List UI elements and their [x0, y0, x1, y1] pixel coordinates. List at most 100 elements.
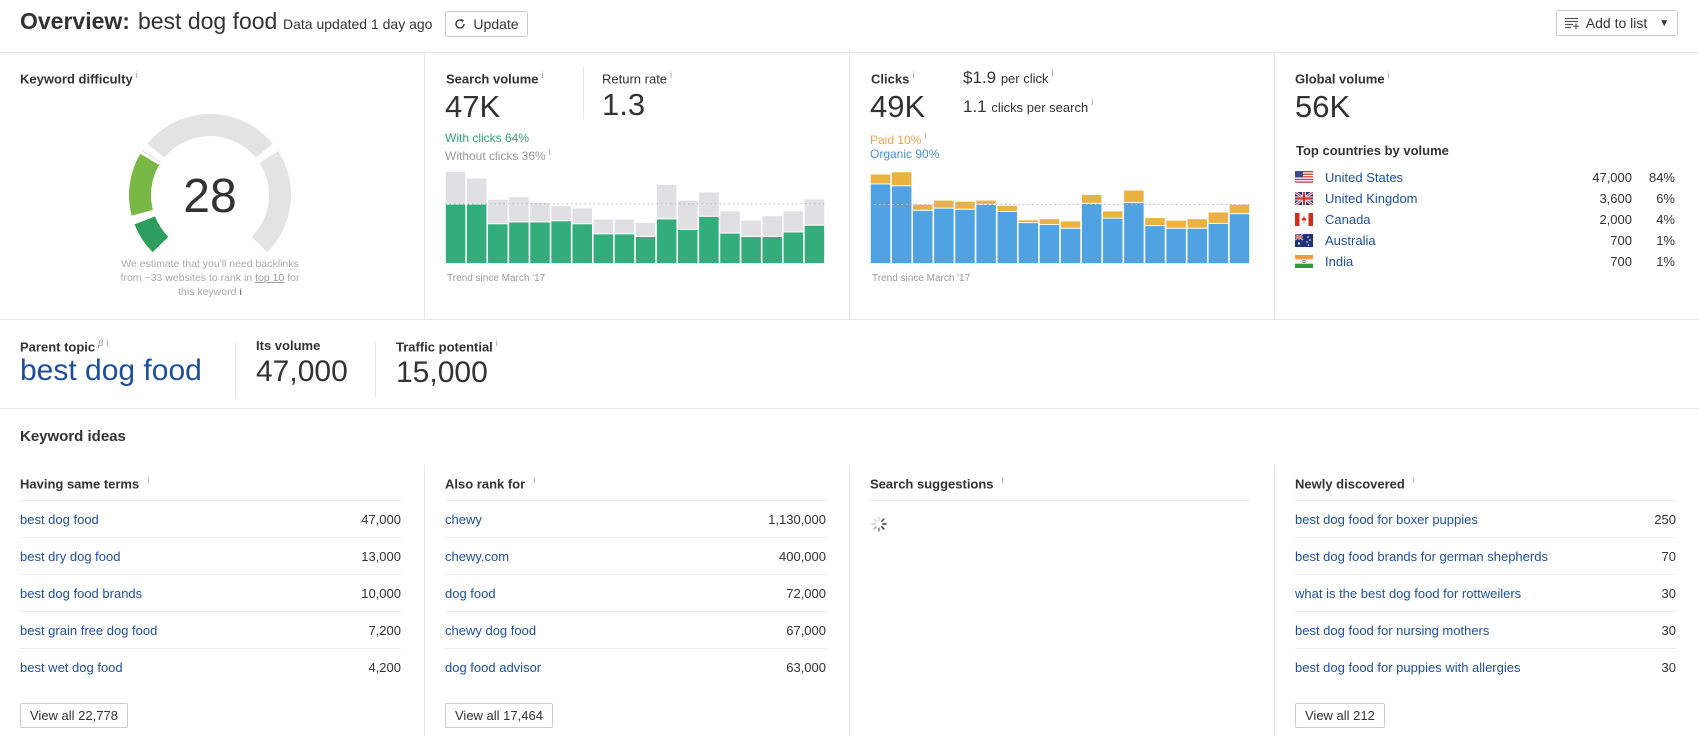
info-icon[interactable]: i — [1052, 68, 1054, 78]
bar-with-clicks[interactable] — [699, 216, 719, 263]
info-icon[interactable]: i — [549, 147, 551, 157]
bar-organic[interactable] — [1166, 228, 1186, 263]
bar-organic[interactable] — [870, 184, 891, 263]
bar-paid[interactable] — [1187, 219, 1207, 228]
info-icon[interactable]: i — [1002, 475, 1004, 485]
bar-with-clicks[interactable] — [466, 204, 487, 263]
info-icon[interactable]: i — [239, 287, 242, 297]
bar-without-clicks[interactable] — [783, 211, 804, 232]
bar-without-clicks[interactable] — [678, 200, 698, 229]
bar-paid[interactable] — [913, 204, 933, 210]
bar-organic[interactable] — [913, 210, 933, 263]
bar-with-clicks[interactable] — [783, 232, 804, 263]
bar-organic[interactable] — [997, 211, 1017, 263]
bar-organic[interactable] — [1018, 223, 1039, 263]
bar-with-clicks[interactable] — [445, 204, 466, 263]
bar-organic[interactable] — [934, 208, 954, 263]
bar-without-clicks[interactable] — [720, 211, 740, 233]
bar-organic[interactable] — [1229, 214, 1250, 263]
bar-paid[interactable] — [891, 172, 912, 186]
bar-with-clicks[interactable] — [509, 222, 529, 263]
bar-paid[interactable] — [870, 174, 891, 184]
bar-paid[interactable] — [1060, 221, 1081, 228]
bar-paid[interactable] — [1166, 220, 1186, 228]
bar-with-clicks[interactable] — [635, 236, 656, 263]
bar-organic[interactable] — [955, 209, 975, 263]
keyword-link[interactable]: chewy — [445, 512, 482, 527]
info-icon[interactable]: i — [912, 70, 914, 80]
keyword-link[interactable]: chewy.com — [445, 549, 509, 564]
bar-with-clicks[interactable] — [678, 229, 698, 263]
bar-with-clicks[interactable] — [593, 234, 614, 263]
bar-organic[interactable] — [1145, 226, 1165, 263]
bar-without-clicks[interactable] — [593, 219, 614, 234]
country-name-link[interactable]: Canada — [1325, 212, 1552, 227]
bar-with-clicks[interactable] — [804, 225, 825, 263]
view-all-button[interactable]: View all 22,778 — [20, 703, 128, 728]
bar-organic[interactable] — [1060, 228, 1081, 263]
keyword-link[interactable]: best dog food for nursing mothers — [1295, 623, 1489, 638]
keyword-link[interactable]: best wet dog food — [20, 660, 123, 675]
bar-without-clicks[interactable] — [466, 178, 487, 204]
bar-paid[interactable] — [955, 201, 975, 209]
country-name-link[interactable]: Australia — [1325, 233, 1552, 248]
add-to-list-button[interactable]: Add to list ▼ — [1556, 10, 1678, 36]
keyword-link[interactable]: best dog food for puppies with allergies — [1295, 660, 1520, 675]
view-all-button[interactable]: View all 212 — [1295, 703, 1385, 728]
bar-with-clicks[interactable] — [530, 222, 550, 263]
bar-organic[interactable] — [1208, 223, 1229, 263]
bar-paid[interactable] — [1229, 204, 1250, 214]
keyword-link[interactable]: best dog food — [20, 512, 99, 527]
bar-with-clicks[interactable] — [656, 219, 677, 263]
bar-with-clicks[interactable] — [551, 221, 571, 263]
bar-with-clicks[interactable] — [488, 224, 508, 263]
bar-paid[interactable] — [976, 200, 996, 204]
keyword-link[interactable]: best dry dog food — [20, 549, 120, 564]
bar-organic[interactable] — [1187, 228, 1207, 263]
keyword-link[interactable]: what is the best dog food for rottweiler… — [1295, 586, 1521, 601]
bar-paid[interactable] — [1124, 190, 1144, 203]
keyword-link[interactable]: best dog food for boxer puppies — [1295, 512, 1478, 527]
bar-paid[interactable] — [997, 205, 1017, 211]
bar-paid[interactable] — [1208, 212, 1229, 223]
bar-organic[interactable] — [976, 204, 996, 263]
country-name-link[interactable]: United Kingdom — [1325, 191, 1552, 206]
bar-with-clicks[interactable] — [614, 234, 635, 263]
bar-without-clicks[interactable] — [656, 184, 677, 219]
bar-paid[interactable] — [1103, 211, 1123, 218]
keyword-link[interactable]: best dog food brands for german shepherd… — [1295, 549, 1548, 564]
bar-paid[interactable] — [934, 200, 954, 208]
country-name-link[interactable]: United States — [1325, 170, 1552, 185]
country-name-link[interactable]: India — [1325, 254, 1552, 269]
info-icon[interactable]: i — [1413, 475, 1415, 485]
bar-with-clicks[interactable] — [572, 224, 592, 263]
info-icon[interactable]: i — [147, 475, 149, 485]
bar-without-clicks[interactable] — [635, 222, 656, 236]
info-icon[interactable]: i — [1091, 97, 1093, 107]
bar-without-clicks[interactable] — [762, 216, 782, 236]
bar-organic[interactable] — [1039, 225, 1060, 263]
bar-organic[interactable] — [1081, 203, 1102, 263]
info-icon[interactable]: i — [670, 70, 672, 80]
bar-paid[interactable] — [1039, 219, 1060, 225]
bar-without-clicks[interactable] — [551, 206, 571, 221]
info-icon[interactable]: i — [542, 70, 544, 80]
keyword-link[interactable]: chewy dog food — [445, 623, 536, 638]
bar-without-clicks[interactable] — [572, 208, 592, 224]
bar-organic[interactable] — [1103, 218, 1123, 263]
info-icon[interactable]: i — [924, 131, 926, 141]
update-button[interactable]: Update — [445, 11, 528, 37]
bar-organic[interactable] — [1124, 203, 1144, 263]
bar-without-clicks[interactable] — [614, 219, 635, 234]
bar-with-clicks[interactable] — [741, 236, 761, 263]
info-icon[interactable]: i — [136, 70, 138, 80]
view-all-button[interactable]: View all 17,464 — [445, 703, 553, 728]
info-icon[interactable]: i — [106, 338, 108, 348]
keyword-link[interactable]: best dog food brands — [20, 586, 142, 601]
bar-paid[interactable] — [1018, 220, 1039, 223]
top-10-link[interactable]: top 10 — [255, 272, 284, 284]
parent-topic-link[interactable]: best dog food — [20, 354, 202, 387]
info-icon[interactable]: i — [496, 338, 498, 348]
bar-paid[interactable] — [1081, 194, 1102, 203]
bar-without-clicks[interactable] — [804, 199, 825, 225]
